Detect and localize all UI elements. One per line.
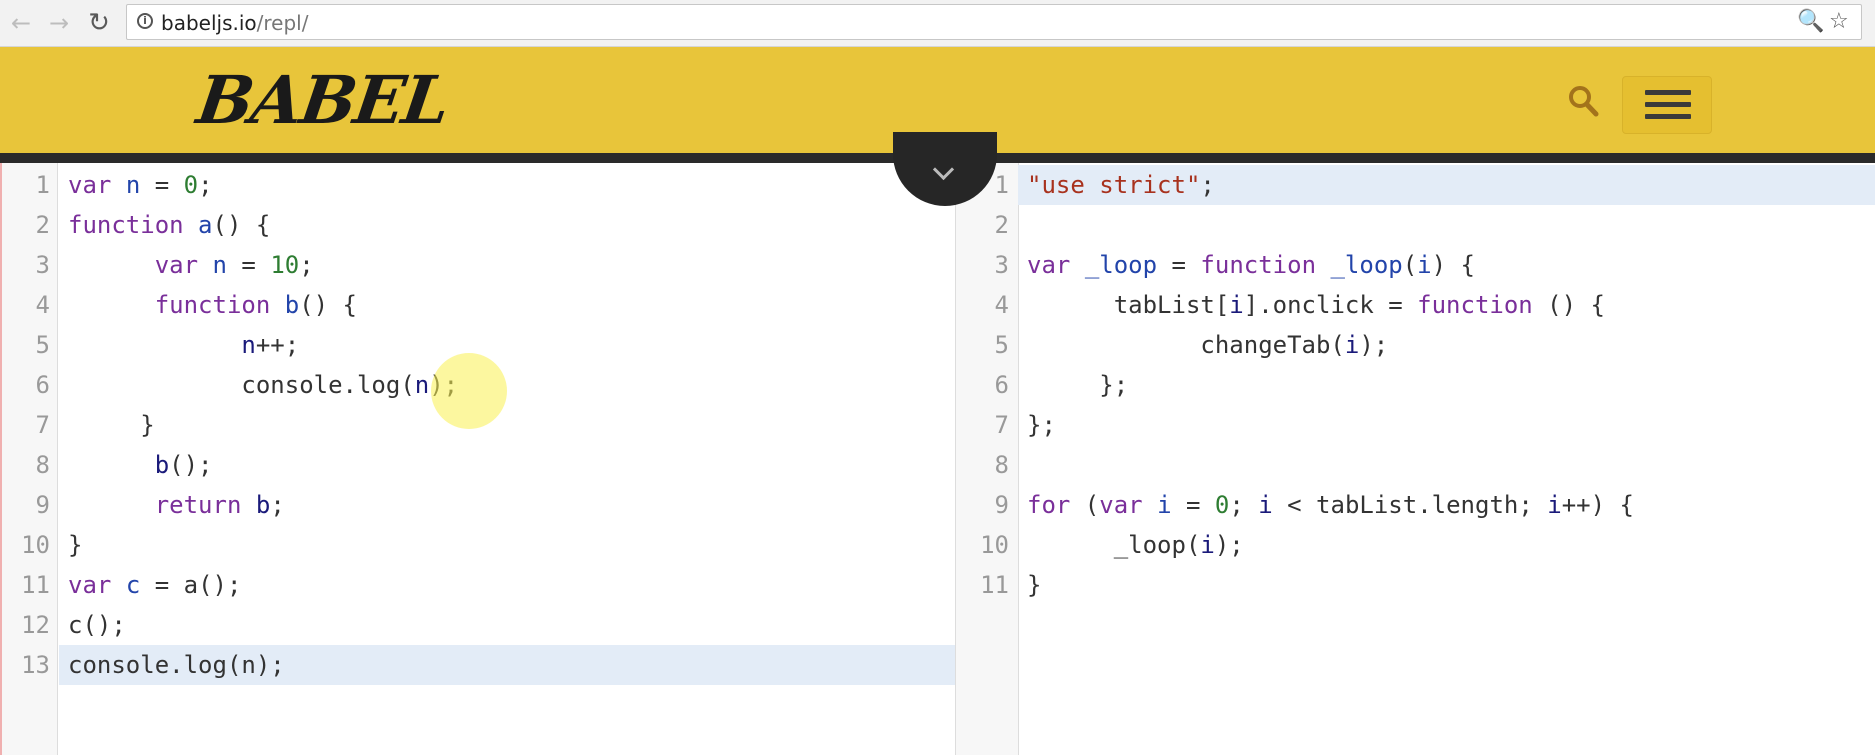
hamburger-menu-icon [1645,90,1691,95]
line-number: 6 [35,371,50,399]
code-text: var _loop = function _loop(i) { [1027,251,1475,279]
menu-button[interactable] [1622,76,1712,134]
code-line[interactable] [955,445,1875,485]
hamburger-bar [1645,102,1691,107]
line-number: 3 [35,251,50,279]
code-text: }; [1027,411,1056,439]
code-text: }; [1027,371,1129,399]
code-text: function a() { [68,211,271,239]
url-host: babeljs.io [161,11,257,35]
reload-button[interactable]: ↻ [84,8,114,38]
code-text: _loop(i); [1027,531,1244,559]
code-line[interactable] [955,565,1875,605]
line-number: 10 [21,531,50,559]
arrow-left-icon: ← [10,9,32,37]
url-text[interactable]: babeljs.io/repl/ [161,11,308,35]
line-number: 5 [994,331,1009,359]
browser-toolbar: ← → ↻ i babeljs.io/repl/ 🔍 ☆ [0,0,1875,47]
code-text: } [68,531,83,559]
line-number: 13 [21,651,50,679]
forward-button[interactable]: → [44,8,74,38]
code-text: for (var i = 0; i < tabList.length; i++)… [1027,491,1634,519]
line-number: 11 [21,571,50,599]
babel-logo[interactable]: BABEL [193,61,453,139]
line-number: 7 [994,411,1009,439]
back-button[interactable]: ← [6,8,36,38]
code-text: n++; [241,331,300,359]
address-bar[interactable]: i babeljs.io/repl/ 🔍 ☆ [126,4,1862,40]
code-text: } [68,411,155,439]
url-path: /repl/ [256,11,309,35]
line-number: 1 [35,171,50,199]
line-number: 8 [35,451,50,479]
line-number: 11 [980,571,1009,599]
info-icon[interactable]: i [137,13,153,29]
code-text: return b; [154,491,285,519]
code-text: console.log(n); [68,651,285,679]
code-text: function b() { [154,291,357,319]
zoom-icon[interactable]: 🔍 [1797,9,1824,34]
line-number: 3 [994,251,1009,279]
hamburger-bar [1645,114,1691,119]
arrow-right-icon: → [48,9,70,37]
code-line[interactable] [955,405,1875,445]
line-number: 12 [21,611,50,639]
reload-icon: ↻ [88,8,110,38]
code-text: c(); [68,611,126,639]
code-text: changeTab(i); [1027,331,1389,359]
code-line[interactable] [0,525,955,565]
code-text: b(); [154,451,213,479]
search-icon[interactable] [1567,83,1599,119]
line-number: 2 [994,211,1009,239]
line-number: 4 [994,291,1009,319]
code-text: var c = a(); [68,571,242,599]
line-number: 9 [35,491,50,519]
code-text: } [1027,571,1042,599]
line-number: 6 [994,371,1009,399]
line-number: 2 [35,211,50,239]
code-text: tabList[i].onclick = function () { [1027,291,1605,319]
star-icon[interactable]: ☆ [1829,9,1849,34]
line-number: 10 [980,531,1009,559]
line-number: 4 [35,291,50,319]
input-code-editor[interactable]: 1 var n = 0; 2 function a() { 3 var n = 10; 4… [0,163,955,755]
code-line[interactable] [0,605,955,645]
code-text: var n = 0; [68,171,213,199]
line-number: 9 [994,491,1009,519]
chevron-down-icon [932,158,955,181]
code-text: var n = 10; [154,251,314,279]
code-text: "use strict"; [1027,171,1215,199]
code-text: console.log(n); [68,371,458,399]
code-line[interactable] [955,205,1875,245]
line-number: 8 [994,451,1009,479]
mouse-cursor-highlight [431,353,507,429]
output-code-editor[interactable]: 1 "use strict"; 2 3 var _loop = function _lo… [955,163,1875,755]
line-number: 5 [35,331,50,359]
line-number: 7 [35,411,50,439]
